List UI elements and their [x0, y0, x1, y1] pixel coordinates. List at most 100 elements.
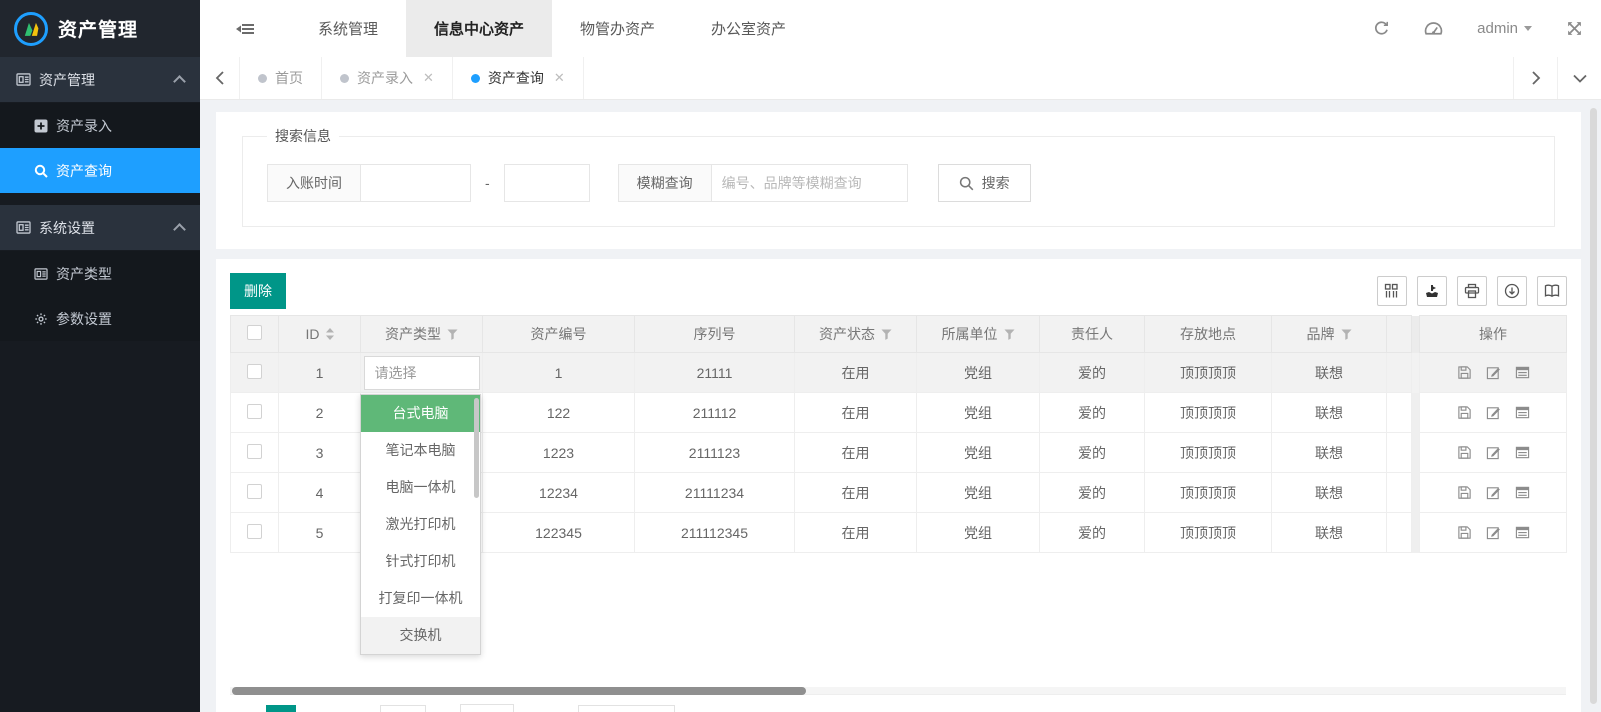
save-icon[interactable] [1457, 405, 1472, 420]
fixed-col-divider [1412, 316, 1420, 353]
row-checkbox[interactable] [247, 364, 262, 379]
row-checkbox[interactable] [247, 484, 262, 499]
fullscreen-icon[interactable] [1566, 20, 1583, 37]
col-brand[interactable]: 品牌 [1272, 316, 1387, 353]
book-icon [1544, 283, 1560, 299]
edit-icon[interactable] [1486, 365, 1501, 380]
chevron-down-icon [1524, 26, 1532, 31]
vertical-scrollbar-thumb[interactable] [1590, 108, 1597, 704]
fuzzy-search-input[interactable] [712, 164, 908, 202]
table-panel: 删除 [216, 259, 1581, 712]
sidebar-group-label: 系统设置 [39, 218, 175, 238]
tab-home[interactable]: 首页 [240, 57, 322, 99]
dropdown-option[interactable]: 打复印一体机 [361, 580, 480, 617]
dropdown-option[interactable]: 台式电脑 [361, 395, 480, 432]
dropdown-option[interactable]: 笔记本电脑 [361, 432, 480, 469]
dropdown-option[interactable]: 针式打印机 [361, 543, 480, 580]
refresh-icon[interactable] [1373, 20, 1390, 37]
dropdown-option[interactable]: 电脑一体机 [361, 469, 480, 506]
edit-icon[interactable] [1486, 525, 1501, 540]
card-icon [16, 221, 31, 234]
save-icon[interactable] [1457, 525, 1472, 540]
detail-icon[interactable] [1515, 525, 1530, 540]
sidebar-item-asset-type[interactable]: 资产类型 [0, 251, 200, 296]
edit-icon[interactable] [1486, 485, 1501, 500]
user-menu[interactable]: admin [1477, 20, 1532, 37]
row-checkbox[interactable] [247, 444, 262, 459]
col-spare [1387, 316, 1412, 353]
sidebar-collapse-icon[interactable] [200, 0, 290, 57]
tab-bar: 首页 资产录入 ✕ 资产查询 ✕ [200, 57, 1601, 100]
prev-page-icon[interactable] [230, 705, 256, 712]
print-button[interactable] [1457, 276, 1487, 306]
next-page-icon[interactable] [306, 705, 332, 712]
tabs-scroll-right-icon[interactable] [1513, 57, 1557, 99]
dashboard-icon[interactable] [1424, 20, 1443, 37]
filter-icon [1341, 329, 1352, 340]
sidebar-group-asset-mgmt[interactable]: 资产管理 [0, 57, 200, 102]
nav-item-system[interactable]: 系统管理 [290, 0, 406, 57]
col-asset-status[interactable]: 资产状态 [795, 316, 917, 353]
save-icon[interactable] [1457, 365, 1472, 380]
fuzzy-search-label: 模糊查询 [618, 164, 712, 202]
detail-icon[interactable] [1515, 485, 1530, 500]
col-asset-type[interactable]: 资产类型 [361, 316, 483, 353]
sidebar-item-asset-query[interactable]: 资产查询 [0, 148, 200, 193]
nav-item-info-center[interactable]: 信息中心资产 [406, 0, 552, 57]
tab-dot [258, 74, 267, 83]
date-from-input[interactable] [361, 164, 471, 202]
tabs-menu-chevron-down-icon[interactable] [1557, 57, 1601, 99]
close-icon[interactable]: ✕ [554, 70, 565, 86]
col-location[interactable]: 存放地点 [1145, 316, 1272, 353]
col-serial[interactable]: 序列号 [635, 316, 795, 353]
asset-type-select[interactable]: 请选择 [364, 356, 480, 390]
col-owner[interactable]: 责任人 [1040, 316, 1145, 353]
goto-page-input[interactable] [380, 705, 426, 712]
dropdown-scrollbar[interactable] [474, 398, 479, 498]
edit-icon[interactable] [1486, 405, 1501, 420]
save-icon[interactable] [1457, 485, 1472, 500]
save-icon[interactable] [1457, 445, 1472, 460]
tabs-scroll-left-icon[interactable] [200, 57, 240, 99]
horizontal-scrollbar-thumb[interactable] [232, 687, 806, 695]
filter-icon [447, 329, 458, 340]
per-page-select[interactable]: 10 条/页 [578, 705, 675, 712]
row-checkbox[interactable] [247, 404, 262, 419]
dropdown-option[interactable]: 交换机 [361, 617, 480, 654]
detail-icon[interactable] [1515, 365, 1530, 380]
select-all-checkbox[interactable] [247, 325, 262, 340]
sidebar-item-param-settings[interactable]: 参数设置 [0, 296, 200, 341]
edit-icon[interactable] [1486, 445, 1501, 460]
sidebar-item-asset-entry[interactable]: 资产录入 [0, 103, 200, 148]
col-id[interactable]: ID [279, 316, 361, 353]
nav-item-office[interactable]: 办公室资产 [683, 0, 814, 57]
col-asset-code[interactable]: 资产编号 [483, 316, 635, 353]
chevron-up-icon [173, 75, 186, 88]
confirm-button[interactable]: 确定 [460, 704, 514, 712]
row-checkbox[interactable] [247, 524, 262, 539]
table-header-row: ID 资产类型 资产编号 序列号 资产状态 所属单位 责任人 存放地点 品牌 [231, 316, 1567, 353]
detail-icon[interactable] [1515, 405, 1530, 420]
nav-item-property-office[interactable]: 物管办资产 [552, 0, 683, 57]
help-book-button[interactable] [1537, 276, 1567, 306]
col-unit[interactable]: 所属单位 [917, 316, 1040, 353]
header: 资产管理 系统管理 信息中心资产 物管办资产 办公室资产 [0, 0, 1601, 57]
pagination: 1 到第 页 确定 共 5 条 10 条/页 [230, 703, 675, 712]
delete-button[interactable]: 删除 [230, 273, 286, 309]
sidebar-group-system-settings[interactable]: 系统设置 [0, 205, 200, 250]
card-icon [34, 268, 48, 280]
tab-asset-query[interactable]: 资产查询 ✕ [453, 57, 584, 99]
download-icon [1504, 283, 1520, 299]
download-button[interactable] [1497, 276, 1527, 306]
columns-filter-button[interactable] [1377, 276, 1407, 306]
search-panel: 搜索信息 入账时间 - 模糊查询 搜索 [216, 112, 1581, 249]
export-button[interactable] [1417, 276, 1447, 306]
table-row[interactable]: 1 请选择 1 21111 在用 党组 爱的 顶顶顶顶 联想 [231, 353, 1567, 393]
date-to-input[interactable] [504, 164, 590, 202]
close-icon[interactable]: ✕ [423, 70, 434, 86]
current-page[interactable]: 1 [266, 705, 296, 712]
detail-icon[interactable] [1515, 445, 1530, 460]
search-button[interactable]: 搜索 [938, 164, 1031, 202]
tab-asset-entry[interactable]: 资产录入 ✕ [322, 57, 453, 99]
dropdown-option[interactable]: 激光打印机 [361, 506, 480, 543]
